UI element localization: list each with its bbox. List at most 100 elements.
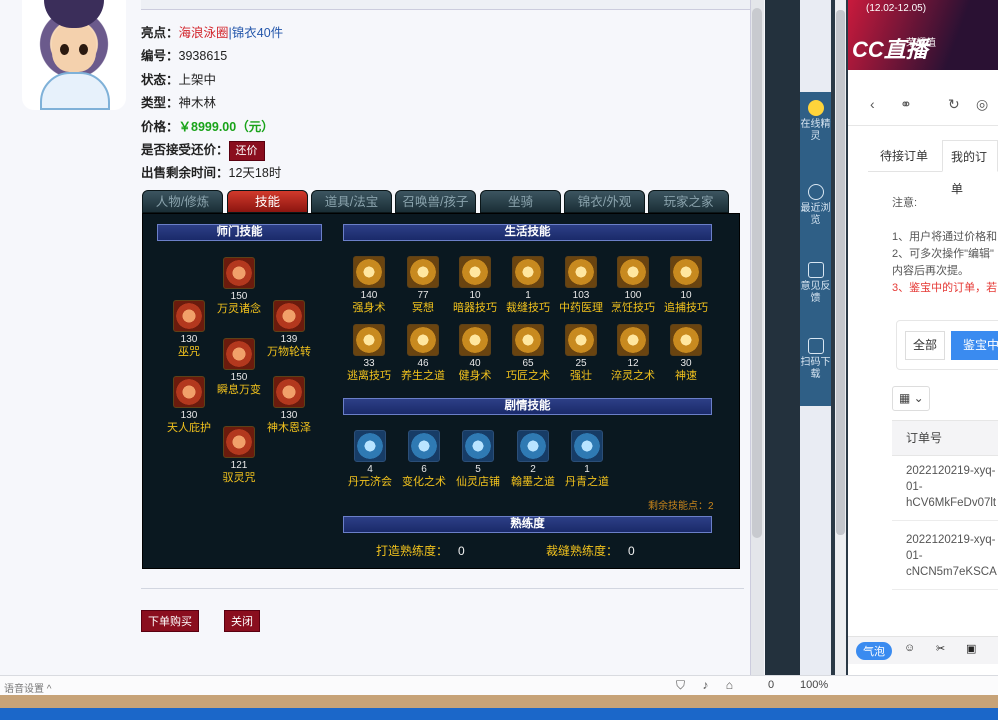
zoom-level[interactable]: 100%: [800, 679, 828, 691]
tab-outfits[interactable]: 锦衣/外观: [564, 190, 645, 213]
online-helper-tool[interactable]: 在线精灵: [800, 100, 831, 143]
price-label: 价格：: [141, 119, 179, 134]
table-row[interactable]: 2022120219-xyq- 01- cNCN5m7eKSCA: [892, 532, 998, 590]
tool-label: 扫码下载: [800, 357, 831, 380]
skill-icon: [565, 256, 597, 288]
live-ad-banner[interactable]: (12.02-12.05) CC直播 荣耀值: [848, 0, 998, 70]
skill-icon: [459, 256, 491, 288]
back-icon[interactable]: ‹: [870, 96, 875, 112]
life-skill[interactable]: 33 逃离技巧: [339, 324, 399, 383]
order-id-part: 2022120219-xyq-: [906, 465, 996, 477]
skill-name: 健身术: [458, 370, 492, 382]
master-skill[interactable]: 121 驭灵咒: [209, 426, 269, 485]
highlight-a[interactable]: 海浪泳圈: [179, 26, 229, 40]
globe-icon[interactable]: ◎: [976, 96, 988, 113]
plot-skill[interactable]: 6 变化之术: [394, 430, 454, 489]
skill-level: 121: [230, 460, 248, 471]
skill-icon: [512, 324, 544, 356]
skill-level: 33: [363, 358, 375, 369]
plot-skill[interactable]: 4 丹元济会: [340, 430, 400, 489]
close-button[interactable]: 关闭: [224, 610, 260, 632]
tab-my-orders[interactable]: 我的订单: [942, 140, 998, 196]
skill-icon: [670, 256, 702, 288]
skill-level: 30: [680, 358, 692, 369]
bag-icon[interactable]: ⌂: [726, 678, 733, 692]
highlight-b[interactable]: 锦衣40件: [232, 26, 283, 40]
life-skill[interactable]: 65 巧匠之术: [498, 324, 558, 383]
voice-settings[interactable]: 语音设置 ^: [4, 680, 51, 695]
skill-name: 暗器技巧: [453, 302, 497, 314]
master-skills-header: 师门技能: [157, 224, 322, 241]
column-selector[interactable]: ▦ ⌄: [892, 386, 930, 411]
top-links-strip: [141, 0, 751, 10]
bargain-label: 是否接受还价：: [141, 142, 229, 157]
tab-mounts[interactable]: 坐骑: [480, 190, 561, 213]
skill-icon: [223, 338, 255, 370]
recent-tool[interactable]: 最近浏览: [800, 184, 831, 227]
scissors-icon[interactable]: ✂: [936, 642, 945, 655]
skill-icon: [407, 256, 439, 288]
bubble-button[interactable]: 气泡: [856, 642, 892, 660]
buy-button[interactable]: 下单购买: [141, 610, 199, 632]
refresh-icon[interactable]: ↻: [948, 96, 960, 113]
remaining-value: 12天18时: [228, 166, 282, 181]
filter-appraising-button[interactable]: 鉴宝中: [951, 331, 998, 360]
life-skill[interactable]: 140 强身术: [339, 256, 399, 315]
type-value: 神木林: [178, 96, 217, 111]
life-skill[interactable]: 10 追捕技巧: [656, 256, 716, 315]
life-skill[interactable]: 77 冥想: [393, 256, 453, 315]
skill-level: 77: [417, 290, 429, 301]
skill-level: 5: [475, 464, 481, 475]
skill-name: 神速: [675, 370, 697, 382]
life-skill[interactable]: 25 强壮: [551, 324, 611, 383]
feedback-tool[interactable]: 意见反馈: [800, 262, 831, 305]
link-icon[interactable]: ⚭: [900, 96, 912, 113]
life-skill[interactable]: 12 淬灵之术: [603, 324, 663, 383]
skill-name: 逃离技巧: [347, 370, 391, 382]
skill-icon: [617, 324, 649, 356]
order-id-part: 01-: [906, 481, 923, 493]
life-skill[interactable]: 40 健身术: [445, 324, 505, 383]
notice-line-warning: 3、鉴宝中的订单，若: [892, 282, 998, 294]
skill-level: 1: [525, 290, 531, 301]
skill-icon: [353, 256, 385, 288]
id-row: 编号：3938615: [141, 45, 283, 68]
order-id-part: 01-: [906, 550, 923, 562]
status-icons: ⛉ ♪ ⌂: [676, 678, 747, 693]
tab-home[interactable]: 玩家之家: [648, 190, 729, 213]
plot-skill[interactable]: 1 丹青之道: [557, 430, 617, 489]
download-count[interactable]: 0: [768, 679, 774, 691]
life-skill[interactable]: 1 裁缝技巧: [498, 256, 558, 315]
bargain-button[interactable]: 还价: [228, 140, 265, 161]
skill-level: 103: [572, 290, 590, 301]
image-icon[interactable]: ▣: [966, 642, 976, 655]
notice-line: 1、用户将通过价格和: [892, 231, 998, 243]
life-skill[interactable]: 103 中药医理: [551, 256, 611, 315]
page-scroll-thumb[interactable]: [752, 8, 762, 538]
panel-scroll-thumb[interactable]: [836, 10, 845, 535]
tab-skills[interactable]: 技能: [227, 190, 308, 213]
tailor-label: 裁缝熟练度：: [546, 544, 619, 558]
download-tool[interactable]: 扫码下载: [800, 338, 831, 381]
shield-icon[interactable]: ⛉: [676, 678, 685, 692]
table-row[interactable]: 2022120219-xyq- 01- hCV6MkFeDv07lt: [892, 463, 998, 521]
skill-level: 2: [530, 464, 536, 475]
tab-pending-orders[interactable]: 待接订单: [880, 140, 928, 172]
skill-icon: [223, 257, 255, 289]
smiley-icon: [807, 100, 824, 116]
life-skill[interactable]: 10 暗器技巧: [445, 256, 505, 315]
tab-items[interactable]: 道具/法宝: [311, 190, 392, 213]
ad-date: (12.02-12.05): [866, 3, 927, 14]
tab-pets[interactable]: 召唤兽/孩子: [395, 190, 476, 213]
tab-character[interactable]: 人物/修炼: [142, 190, 223, 213]
skill-name: 追捕技巧: [664, 302, 708, 314]
speaker-icon[interactable]: ♪: [702, 678, 708, 692]
plot-skill[interactable]: 5 仙灵店铺: [448, 430, 508, 489]
emoji-icon[interactable]: ☺: [904, 642, 915, 654]
life-skill[interactable]: 100 烹饪技巧: [603, 256, 663, 315]
life-skill[interactable]: 46 养生之道: [393, 324, 453, 383]
character-avatar: [22, 0, 126, 110]
plot-skill[interactable]: 2 翰墨之道: [503, 430, 563, 489]
filter-all-button[interactable]: 全部: [905, 331, 945, 360]
life-skill[interactable]: 30 神速: [656, 324, 716, 383]
